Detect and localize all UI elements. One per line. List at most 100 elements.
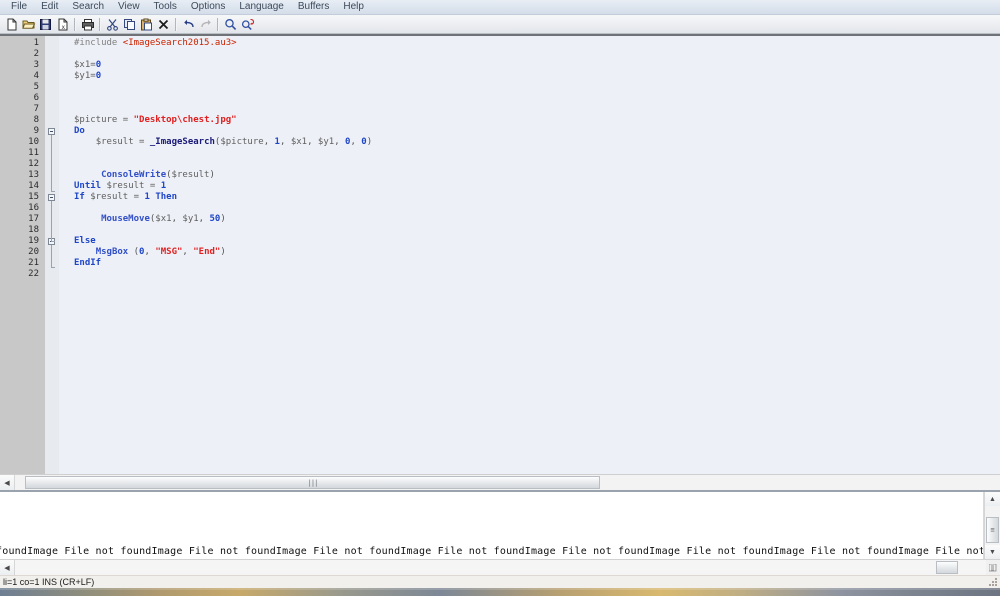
include-directive: #include (74, 38, 118, 48)
line-number: 15 (28, 192, 39, 202)
keyword-then: Then (155, 192, 177, 202)
console-hscroll-track[interactable] (15, 560, 986, 575)
menu-item-file[interactable]: File (4, 0, 34, 14)
number-zero: 0 (95, 60, 102, 70)
line-number: 13 (28, 170, 39, 180)
toolbar-separator-3 (175, 17, 177, 31)
desktop-taskbar-strip (0, 588, 1000, 596)
new-file-icon[interactable] (3, 16, 20, 33)
fold-row (45, 247, 59, 258)
number-zero: 0 (95, 71, 102, 81)
line-number: 16 (28, 203, 39, 213)
code-line-19: Else (74, 236, 1000, 247)
number-one: 1 (160, 181, 167, 191)
fold-toggle-do[interactable] (45, 126, 59, 137)
menu-item-search[interactable]: Search (65, 0, 111, 14)
fold-collapse-box-icon[interactable] (48, 128, 55, 135)
fold-collapse-box-icon[interactable] (48, 194, 55, 201)
line-number: 1 (33, 38, 39, 48)
variable-y1: $y1 (74, 71, 91, 81)
function-imagesearch: _ImageSearch (149, 137, 215, 147)
toolbar-separator-4 (217, 17, 219, 31)
variable-result: $result (95, 137, 134, 147)
line-number: 6 (33, 93, 39, 103)
status-bar-text: li=1 co=1 INS (CR+LF) (3, 577, 95, 587)
console-horizontal-scrollbar[interactable]: ◀ (0, 559, 1000, 575)
console-vscroll-thumb[interactable]: ≡ (986, 517, 999, 543)
console-resize-handle[interactable] (986, 560, 1000, 575)
paste-clipboard-icon[interactable] (138, 16, 155, 33)
function-mousemove: MouseMove (101, 214, 150, 224)
code-editor-pane: 1 2 3 4 5 6 7 8 9 10 11 12 13 14 15 16 1… (0, 34, 1000, 491)
fold-row (45, 225, 59, 236)
close-file-icon[interactable]: x (54, 16, 71, 33)
toolbar-separator-2 (99, 17, 101, 31)
scroll-left-arrow-icon[interactable]: ◀ (0, 475, 15, 490)
menu-item-view[interactable]: View (111, 0, 147, 14)
fold-tail-endif-2 (51, 267, 55, 268)
undo-arrow-icon[interactable] (180, 16, 197, 33)
editor-hscroll-track[interactable]: ||| (15, 475, 1000, 490)
console-text-area[interactable]: foundImage File not foundImage File not … (0, 492, 984, 559)
redo-arrow-icon[interactable] (197, 16, 214, 33)
menu-item-options[interactable]: Options (184, 0, 232, 14)
menu-item-help[interactable]: Help (336, 0, 371, 14)
line-number: 3 (33, 60, 39, 70)
console-hscroll-thumb[interactable] (936, 561, 958, 574)
fold-connector-do (51, 135, 52, 191)
console-vscroll-track[interactable]: ≡ (985, 506, 1000, 545)
scroll-thumb-grip-icon: ||| (307, 478, 319, 487)
save-icon[interactable] (37, 16, 54, 33)
line-number: 19 (28, 236, 39, 246)
console-vertical-scrollbar[interactable]: ▲ ≡ ▼ (984, 492, 1000, 559)
scite-editor-window: File Edit Search View Tools Options Lang… (0, 0, 1000, 596)
code-line-17: MouseMove($x1, $y1, 50) (101, 214, 226, 224)
keyword-endif: EndIf (74, 258, 102, 268)
cut-scissors-icon[interactable] (104, 16, 121, 33)
code-fold-margin[interactable] (45, 36, 59, 474)
toolbar: x (0, 15, 1000, 34)
line-number: 4 (33, 71, 39, 81)
fold-toggle-if[interactable] (45, 192, 59, 203)
find-magnifier-icon[interactable] (222, 16, 239, 33)
menu-item-language[interactable]: Language (232, 0, 291, 14)
code-line-14: Until $result = 1 (74, 181, 167, 191)
fold-row (45, 137, 59, 148)
editor-hscroll-thumb[interactable]: ||| (25, 476, 600, 489)
fold-row (45, 203, 59, 214)
scroll-down-arrow-icon[interactable]: ▼ (985, 545, 1000, 559)
status-bar: li=1 co=1 INS (CR+LF) (0, 575, 1000, 588)
number-one: 1 (144, 192, 150, 202)
line-number: 14 (28, 181, 39, 191)
editor-body[interactable]: 1 2 3 4 5 6 7 8 9 10 11 12 13 14 15 16 1… (0, 36, 1000, 474)
code-line-21: EndIf (74, 258, 1000, 269)
console-scroll-left-arrow-icon[interactable]: ◀ (0, 560, 15, 575)
function-msgbox: MsgBox (95, 247, 129, 257)
window-resize-grip-icon[interactable] (988, 577, 998, 587)
fold-tail-endif-1 (51, 241, 55, 242)
find-replace-icon[interactable] (239, 16, 256, 33)
code-line-20: MsgBox (0, "MSG", "End") (95, 247, 226, 257)
fold-tail-until (51, 191, 55, 192)
delete-x-icon[interactable] (155, 16, 172, 33)
menu-item-edit[interactable]: Edit (34, 0, 65, 14)
variable-y1: $y1 (182, 214, 199, 224)
line-number: 17 (28, 214, 39, 224)
console-inner[interactable]: foundImage File not foundImage File not … (0, 492, 1000, 559)
line-number-gutter: 1 2 3 4 5 6 7 8 9 10 11 12 13 14 15 16 1… (0, 36, 45, 474)
scroll-up-arrow-icon[interactable]: ▲ (985, 492, 1000, 506)
menu-item-tools[interactable]: Tools (147, 0, 184, 14)
open-folder-icon[interactable] (20, 16, 37, 33)
variable-result: $result (106, 181, 145, 191)
string-picture-path: "Desktop\chest.jpg" (133, 115, 237, 125)
menu-item-buffers[interactable]: Buffers (291, 0, 337, 14)
editor-horizontal-scrollbar[interactable]: ◀ ||| (0, 474, 1000, 490)
code-text-area[interactable]: #include <ImageSearch2015.au3> $x1=0 $y1… (59, 36, 1000, 474)
print-icon[interactable] (79, 16, 96, 33)
copy-icon[interactable] (121, 16, 138, 33)
fold-connector-else (51, 245, 52, 267)
code-line-3: $x1=0 (74, 60, 102, 70)
code-line-13: ConsoleWrite($result) (101, 170, 215, 180)
